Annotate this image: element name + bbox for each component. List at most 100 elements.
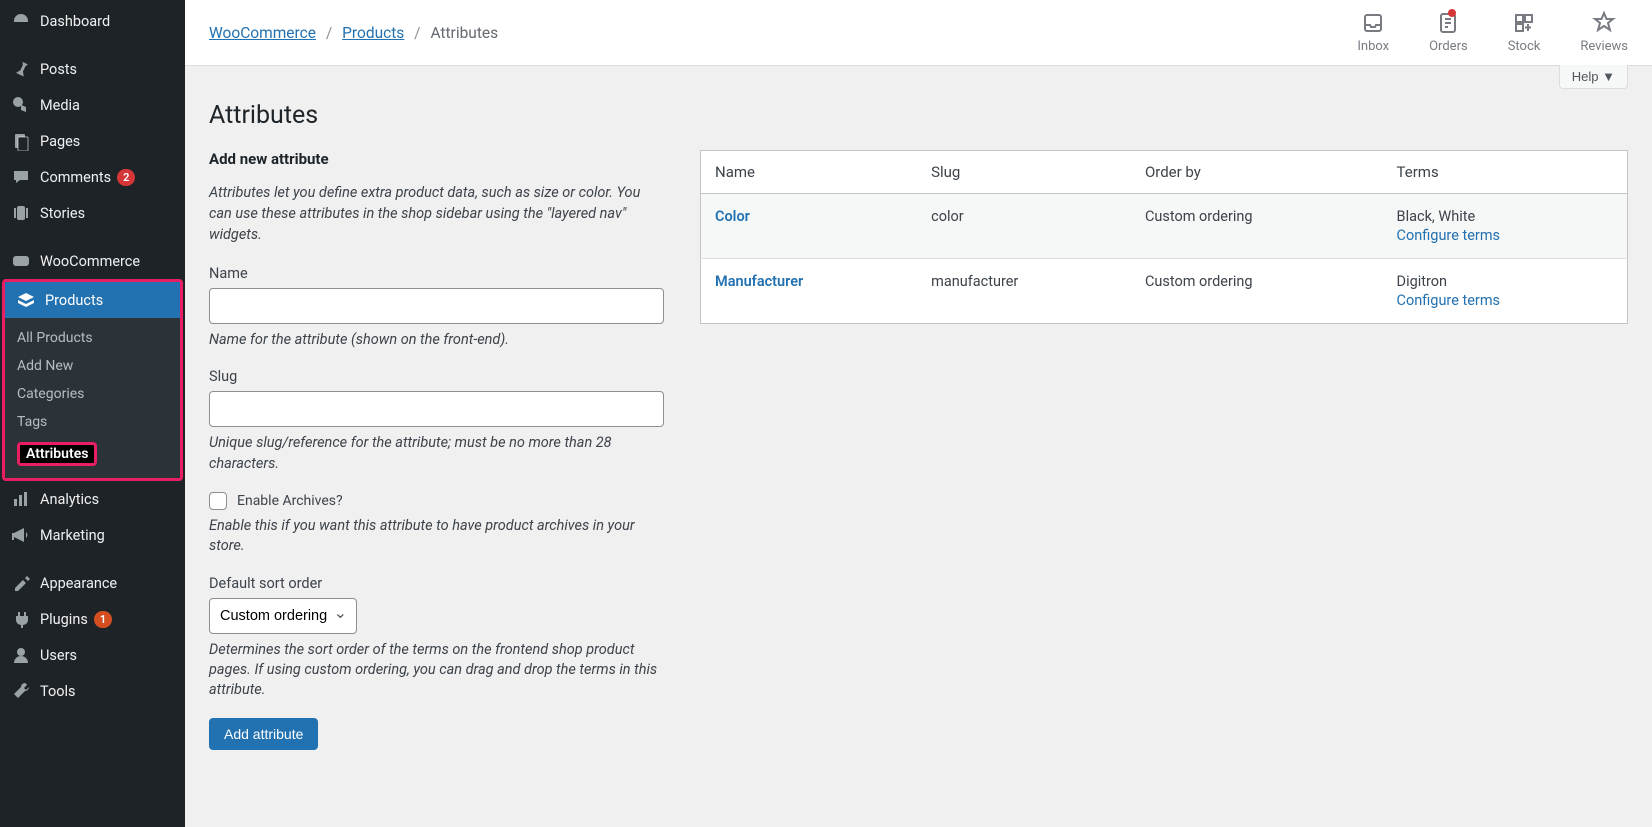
name-help: Name for the attribute (shown on the fro… <box>209 330 664 350</box>
top-action-label: Stock <box>1508 39 1541 54</box>
attr-terms: Black, White <box>1397 208 1476 225</box>
marketing-icon <box>10 525 32 545</box>
top-action-label: Reviews <box>1580 39 1628 54</box>
breadcrumb-woocommerce[interactable]: WooCommerce <box>209 24 316 42</box>
sort-label: Default sort order <box>209 575 664 592</box>
plugins-badge: 1 <box>94 611 112 628</box>
submenu-categories[interactable]: Categories <box>5 380 180 408</box>
sidebar-item-label: Plugins <box>40 611 88 628</box>
sidebar-item-woocommerce[interactable]: WooCommerce <box>0 243 185 279</box>
breadcrumb: WooCommerce / Products / Attributes <box>209 24 498 42</box>
sidebar-item-label: WooCommerce <box>40 253 140 270</box>
archives-label: Enable Archives? <box>237 493 343 509</box>
top-action-orders[interactable]: Orders <box>1429 11 1468 54</box>
configure-terms-link[interactable]: Configure terms <box>1397 292 1501 309</box>
attr-terms: Digitron <box>1397 273 1448 290</box>
page-title: Attributes <box>209 101 1628 130</box>
appearance-icon <box>10 573 32 593</box>
attr-name-link[interactable]: Manufacturer <box>715 273 803 290</box>
sidebar-item-stories[interactable]: Stories <box>0 195 185 231</box>
top-action-inbox[interactable]: Inbox <box>1357 11 1389 54</box>
configure-terms-link[interactable]: Configure terms <box>1397 227 1501 244</box>
help-button[interactable]: Help ▼ <box>1559 65 1628 89</box>
sidebar-item-users[interactable]: Users <box>0 637 185 673</box>
archives-checkbox[interactable] <box>209 492 227 510</box>
slug-label: Slug <box>209 368 664 385</box>
breadcrumb-sep: / <box>414 24 420 42</box>
name-label: Name <box>209 265 664 282</box>
attr-order: Custom ordering <box>1131 194 1383 259</box>
sidebar-item-label: Comments <box>40 169 111 186</box>
dashboard-icon <box>10 11 32 31</box>
highlighted-products-section: Products All Products Add New Categories… <box>2 279 183 481</box>
sidebar-item-label: Users <box>40 647 77 664</box>
sort-select[interactable]: Custom ordering <box>209 598 357 634</box>
sidebar-item-label: Dashboard <box>40 13 110 30</box>
table-row: Manufacturer manufacturer Custom orderin… <box>701 259 1628 324</box>
sort-help: Determines the sort order of the terms o… <box>209 640 664 701</box>
th-order[interactable]: Order by <box>1131 151 1383 194</box>
comments-icon <box>10 167 32 187</box>
sidebar-item-marketing[interactable]: Marketing <box>0 517 185 553</box>
sidebar-item-dashboard[interactable]: Dashboard <box>0 3 185 39</box>
table-row: Color color Custom ordering Black, White… <box>701 194 1628 259</box>
attributes-table: Name Slug Order by Terms Color color Cus… <box>700 150 1628 324</box>
breadcrumb-products[interactable]: Products <box>342 24 404 42</box>
submenu-all-products[interactable]: All Products <box>5 324 180 352</box>
add-attribute-button[interactable]: Add attribute <box>209 718 318 750</box>
products-icon <box>15 290 37 310</box>
pin-icon <box>10 59 32 79</box>
pages-icon <box>10 131 32 151</box>
th-name[interactable]: Name <box>701 151 918 194</box>
sidebar-item-appearance[interactable]: Appearance <box>0 565 185 601</box>
sidebar-item-label: Analytics <box>40 491 99 508</box>
archives-help: Enable this if you want this attribute t… <box>209 516 664 557</box>
sidebar-item-label: Appearance <box>40 575 117 592</box>
form-section-title: Add new attribute <box>209 150 664 168</box>
submenu-tags[interactable]: Tags <box>5 408 180 436</box>
top-action-label: Orders <box>1429 39 1468 54</box>
users-icon <box>10 645 32 665</box>
plugins-icon <box>10 609 32 629</box>
form-intro-text: Attributes let you define extra product … <box>209 182 664 245</box>
slug-input[interactable] <box>209 391 664 427</box>
add-attribute-form: Add new attribute Attributes let you def… <box>209 150 664 750</box>
sidebar-item-pages[interactable]: Pages <box>0 123 185 159</box>
sidebar-item-label: Posts <box>40 61 77 78</box>
admin-sidebar: Dashboard Posts Media Pages Comments 2 S… <box>0 0 185 827</box>
attr-slug: color <box>917 194 1131 259</box>
submenu-attributes[interactable]: Attributes <box>5 436 180 472</box>
sidebar-item-plugins[interactable]: Plugins 1 <box>0 601 185 637</box>
top-actions: Inbox Orders Stock Reviews <box>1357 11 1628 54</box>
sidebar-item-label: Pages <box>40 133 80 150</box>
top-action-stock[interactable]: Stock <box>1508 11 1541 54</box>
notification-dot <box>1448 9 1456 17</box>
sidebar-item-media[interactable]: Media <box>0 87 185 123</box>
th-slug[interactable]: Slug <box>917 151 1131 194</box>
name-input[interactable] <box>209 288 664 324</box>
attr-name-link[interactable]: Color <box>715 208 750 225</box>
submenu-add-new[interactable]: Add New <box>5 352 180 380</box>
top-action-reviews[interactable]: Reviews <box>1580 11 1628 54</box>
analytics-icon <box>10 489 32 509</box>
sidebar-item-label: Media <box>40 97 80 114</box>
slug-help: Unique slug/reference for the attribute;… <box>209 433 664 474</box>
reviews-icon <box>1592 11 1616 35</box>
stock-icon <box>1512 11 1536 35</box>
woo-icon <box>10 251 32 271</box>
sidebar-item-analytics[interactable]: Analytics <box>0 481 185 517</box>
sidebar-item-comments[interactable]: Comments 2 <box>0 159 185 195</box>
main-content: WooCommerce / Products / Attributes Inbo… <box>185 0 1652 827</box>
tools-icon <box>10 681 32 701</box>
sidebar-item-products[interactable]: Products <box>5 282 180 318</box>
stories-icon <box>10 203 32 223</box>
th-terms[interactable]: Terms <box>1383 151 1628 194</box>
sidebar-item-tools[interactable]: Tools <box>0 673 185 709</box>
attr-order: Custom ordering <box>1131 259 1383 324</box>
sidebar-item-label: Stories <box>40 205 85 222</box>
sidebar-item-label: Tools <box>40 683 76 700</box>
sidebar-item-posts[interactable]: Posts <box>0 51 185 87</box>
comments-badge: 2 <box>117 169 135 186</box>
inbox-icon <box>1361 11 1385 35</box>
products-submenu: All Products Add New Categories Tags Att… <box>5 318 180 478</box>
